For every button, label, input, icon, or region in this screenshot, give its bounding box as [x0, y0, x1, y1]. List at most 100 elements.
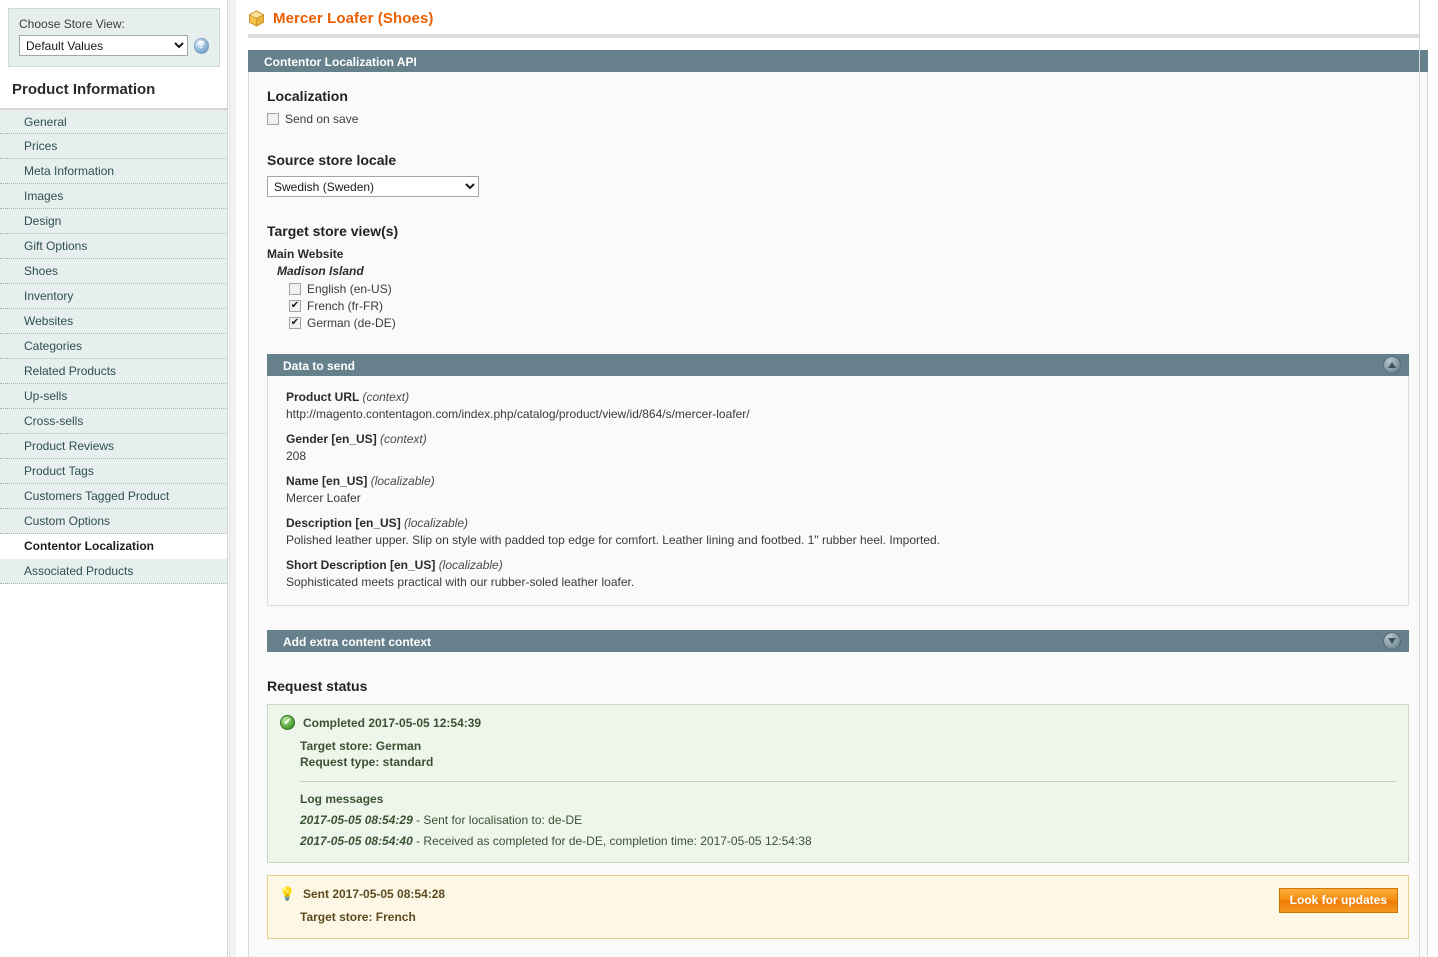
- data-field-label: Product URL (context): [286, 390, 1390, 404]
- sidebar-item-label: Gift Options: [24, 239, 88, 253]
- data-to-send-body: Product URL (context) http://magento.cont…: [267, 376, 1409, 606]
- sidebar-item-label: Shoes: [24, 264, 59, 278]
- sidebar-item-label: Categories: [24, 339, 83, 353]
- data-to-send-title: Data to send: [283, 359, 356, 373]
- sidebar-item-design[interactable]: Design: [0, 209, 228, 234]
- left-sidebar: Choose Store View: Default Values ? Prod…: [0, 0, 236, 957]
- extra-context-header[interactable]: Add extra content context: [267, 630, 1409, 652]
- sidebar-item-websites[interactable]: Websites: [0, 309, 228, 334]
- sidebar-item-product-tags[interactable]: Product Tags: [0, 459, 228, 484]
- sidebar-item-label: Up-sells: [24, 389, 68, 403]
- sidebar-item-categories[interactable]: Categories: [0, 334, 228, 359]
- product-information-nav: General Prices Meta Information Images Desig…: [0, 109, 228, 584]
- log-timestamp: 2017-05-05 08:54:40: [300, 834, 413, 848]
- sidebar-item-shoes[interactable]: Shoes: [0, 259, 228, 284]
- data-field-label: Description [en_US] (localizable): [286, 516, 1390, 530]
- collapse-icon[interactable]: [1383, 356, 1401, 374]
- sidebar-item-label: Custom Options: [24, 514, 111, 528]
- lightbulb-icon: 💡: [279, 886, 296, 901]
- status-headline-row: ✔ Completed 2017-05-05 12:54:39: [280, 715, 1396, 730]
- target-store-row[interactable]: French (fr-FR): [289, 299, 1409, 313]
- website-label: Main Website: [267, 247, 344, 261]
- target-store-checkbox[interactable]: [289, 317, 301, 329]
- panel-body: Localization Send on save Source store l…: [248, 72, 1428, 957]
- log-line: 2017-05-05 08:54:40 - Received as comple…: [300, 834, 1396, 848]
- log-message: - Sent for localisation to: de-DE: [412, 813, 583, 827]
- page-title: Mercer Loafer (Shoes): [240, 0, 1438, 27]
- sidebar-item-label: Product Reviews: [24, 439, 115, 453]
- store-view-select[interactable]: Default Values: [19, 35, 188, 56]
- sidebar-scrollbar[interactable]: [229, 0, 236, 957]
- sidebar-item-contentor-localization[interactable]: Contentor Localization: [0, 534, 228, 559]
- status-headline-row: 💡 Sent 2017-05-05 08:54:28: [279, 886, 1396, 901]
- sidebar-item-associated-products[interactable]: Associated Products: [0, 559, 228, 584]
- sidebar-item-related-products[interactable]: Related Products: [0, 359, 228, 384]
- data-field-value: Mercer Loafer: [286, 491, 361, 505]
- sidebar-item-label: General: [24, 115, 67, 129]
- target-store-text: Target store: French: [300, 910, 416, 924]
- sidebar-item-meta-information[interactable]: Meta Information: [0, 159, 228, 184]
- contentor-localization-panel: Contentor Localization API Localization …: [248, 50, 1428, 957]
- log-line: 2017-05-05 08:54:29 - Sent for localisat…: [300, 813, 1396, 827]
- look-for-updates-button[interactable]: Look for updates: [1278, 888, 1398, 913]
- magento-product-edit-page: Choose Store View: Default Values ? Prod…: [0, 0, 1438, 957]
- title-divider: [248, 34, 1420, 38]
- request-status-list: ✔ Completed 2017-05-05 12:54:39 Target sto…: [267, 704, 1409, 939]
- data-field-name: Name [en_US]: [286, 474, 371, 488]
- sidebar-item-label: Associated Products: [24, 564, 134, 578]
- data-field: Name [en_US] (localizable) Mercer Loafer: [286, 474, 1390, 505]
- send-on-save-checkbox[interactable]: [267, 113, 279, 125]
- sidebar-item-label: Customers Tagged Product: [24, 489, 170, 503]
- sidebar-item-label: Images: [24, 189, 64, 203]
- data-field: Gender [en_US] (context) 208: [286, 432, 1390, 463]
- target-store-label: German (de-DE): [307, 316, 396, 330]
- triangle-up-icon: [1388, 362, 1396, 368]
- request-status-heading: Request status: [267, 678, 368, 694]
- store-view-selector-box: Choose Store View: Default Values ?: [8, 8, 220, 67]
- target-store-views-heading: Target store view(s): [267, 223, 399, 239]
- sidebar-divider: [227, 0, 228, 957]
- data-field-label: Gender [en_US] (context): [286, 432, 1390, 446]
- data-field-value: Polished leather upper. Slip on style wi…: [286, 533, 941, 547]
- sidebar-item-customers-tagged-product[interactable]: Customers Tagged Product: [0, 484, 228, 509]
- data-field-label: Name [en_US] (localizable): [286, 474, 1390, 488]
- send-on-save-label: Send on save: [285, 112, 359, 126]
- help-circle-icon[interactable]: ?: [193, 37, 209, 54]
- sidebar-item-product-reviews[interactable]: Product Reviews: [0, 434, 228, 459]
- sidebar-item-general[interactable]: General: [0, 109, 228, 134]
- status-headline: Sent 2017-05-05 08:54:28: [303, 886, 446, 901]
- target-store-list: English (en-US) French (fr-FR) German (de-…: [267, 282, 1409, 330]
- expand-icon[interactable]: [1383, 632, 1401, 650]
- sidebar-item-prices[interactable]: Prices: [0, 134, 228, 159]
- check-circle-icon: ✔: [280, 715, 295, 730]
- target-store-checkbox[interactable]: [289, 300, 301, 312]
- sidebar-item-cross-sells[interactable]: Cross-sells: [0, 409, 228, 434]
- target-store-text: Target store: German: [300, 739, 422, 753]
- log-message: - Received as completed for de-DE, compl…: [412, 834, 812, 848]
- request-status-card: 💡 Sent 2017-05-05 08:54:28 Target store: F…: [267, 875, 1409, 939]
- data-field-qualifier: (context): [380, 432, 427, 446]
- data-field-qualifier: (localizable): [404, 516, 469, 530]
- status-headline: Completed 2017-05-05 12:54:39: [303, 715, 482, 730]
- data-field-qualifier: (localizable): [370, 474, 435, 488]
- data-field-value: http://magento.contentagon.com/index.php…: [286, 407, 750, 421]
- sidebar-item-gift-options[interactable]: Gift Options: [0, 234, 228, 259]
- data-field-value: 208: [286, 449, 307, 463]
- target-store-checkbox[interactable]: [289, 283, 301, 295]
- store-group-label: Madison Island: [277, 264, 364, 278]
- sidebar-item-up-sells[interactable]: Up-sells: [0, 384, 228, 409]
- sidebar-item-label: Contentor Localization: [24, 539, 154, 553]
- page-title-text: Mercer Loafer (Shoes): [273, 10, 434, 27]
- data-field-name: Product URL: [286, 390, 363, 404]
- sidebar-item-custom-options[interactable]: Custom Options: [0, 509, 228, 534]
- sidebar-item-images[interactable]: Images: [0, 184, 228, 209]
- sidebar-item-inventory[interactable]: Inventory: [0, 284, 228, 309]
- product-information-heading: Product Information: [0, 67, 228, 109]
- source-locale-select[interactable]: Swedish (Sweden): [267, 176, 479, 197]
- extra-context-title: Add extra content context: [283, 635, 432, 649]
- target-store-row[interactable]: German (de-DE): [289, 316, 1409, 330]
- content-right-edge: [1419, 0, 1420, 957]
- data-to-send-header[interactable]: Data to send: [267, 354, 1409, 376]
- target-store-row[interactable]: English (en-US): [289, 282, 1409, 296]
- send-on-save-row[interactable]: Send on save: [267, 112, 1409, 126]
